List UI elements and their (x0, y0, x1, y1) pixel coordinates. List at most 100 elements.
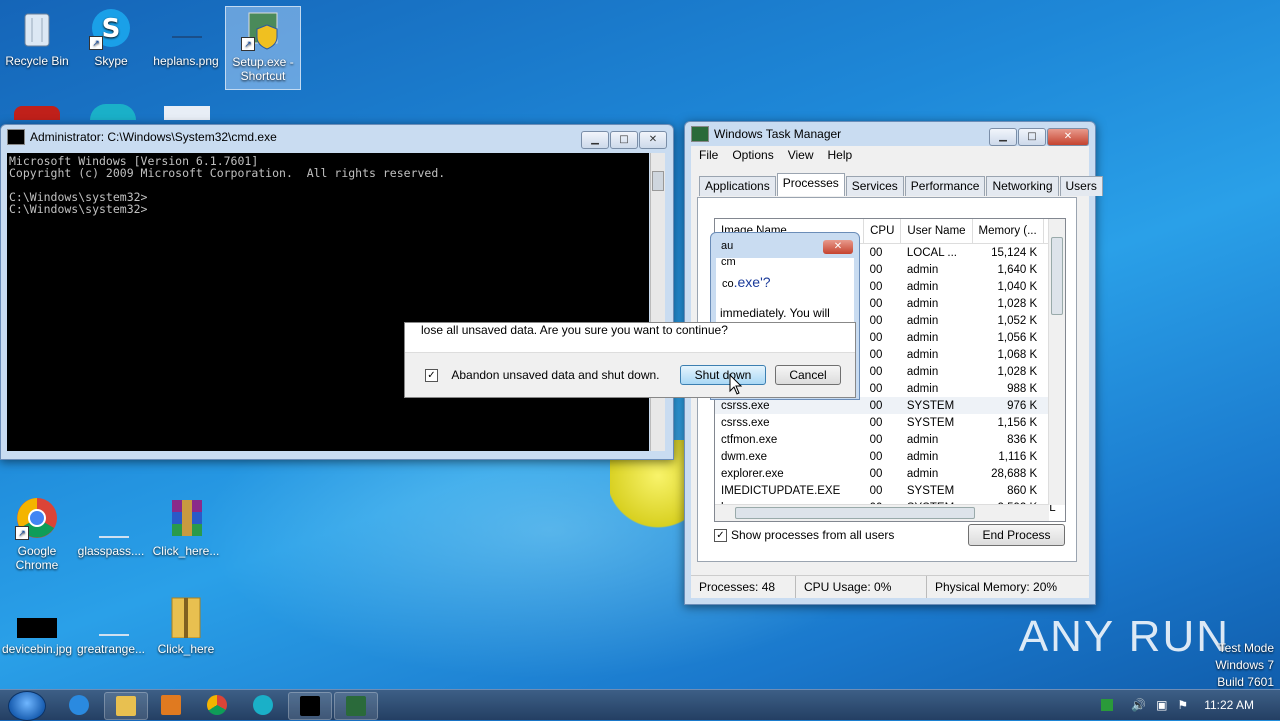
abandon-data-checkbox[interactable]: ✓ Abandon unsaved data and shut down. (425, 368, 660, 383)
cell-user-name: SYSTEM (906, 399, 955, 412)
menu-options[interactable]: Options (732, 148, 773, 162)
system-tray: 🔊 ▣ ⚑ 11:22 AM (1101, 690, 1280, 720)
cancel-button[interactable]: Cancel (775, 365, 841, 385)
network-status-icon[interactable] (1101, 699, 1114, 711)
cmd-titlebar[interactable]: Administrator: C:\Windows\System32\cmd.e… (1, 125, 673, 149)
shut-down-button[interactable]: Shut down (680, 365, 766, 385)
cell-memory: 28,688 K (991, 467, 1038, 480)
console-output[interactable]: Microsoft Windows [Version 6.1.7601] Cop… (7, 153, 649, 451)
taskbar-cmd[interactable] (288, 692, 332, 720)
scroll-thumb[interactable] (652, 171, 664, 191)
desktop-icon-glasspass[interactable]: glasspass.... (74, 496, 148, 558)
hidden-row-fragment: au cm (721, 240, 736, 268)
scroll-thumb[interactable] (735, 507, 975, 519)
scroll-thumb[interactable] (1051, 237, 1063, 315)
desktop-icon-skype[interactable]: S ↗ Skype (74, 6, 148, 68)
desktop-icon-label: glasspass.... (77, 544, 145, 558)
tab-strip: Applications Processes Services Performa… (699, 173, 1104, 196)
maximize-button[interactable]: □ (610, 131, 638, 149)
close-button[interactable]: ✕ (639, 131, 667, 149)
shutdown-dialog-body[interactable]: lose all unsaved data. Are you sure you … (404, 322, 856, 398)
desktop-icon-click-here-folder[interactable]: Click_here (149, 594, 223, 656)
column-memory[interactable]: Memory (... (972, 219, 1044, 244)
dialog-close-button[interactable]: ✕ (823, 240, 853, 254)
cell-user-name: SYSTEM (906, 484, 955, 497)
table-row[interactable]: explorer.exe00admin28,688 KV (715, 465, 1065, 482)
column-user-name[interactable]: User Name (900, 219, 973, 244)
tab-processes[interactable]: Processes (776, 173, 845, 196)
cell-memory: 1,028 K (997, 297, 1038, 310)
taskbar-task-manager[interactable] (334, 692, 378, 720)
menu-bar: File Options View Help (691, 146, 1089, 164)
task-manager-icon (346, 696, 366, 716)
taskbar: 🔊 ▣ ⚑ 11:22 AM (0, 689, 1280, 721)
desktop-icon-click-here-archive[interactable]: Click_here... (149, 496, 223, 558)
cell-user-name: SYSTEM (906, 416, 955, 429)
tab-services[interactable]: Services (845, 176, 904, 196)
taskbar-chrome[interactable] (196, 692, 238, 718)
cell-cpu: 00 (869, 263, 883, 276)
menu-view[interactable]: View (788, 148, 814, 162)
start-button[interactable] (8, 691, 46, 721)
cell-user-name: admin (906, 331, 939, 344)
minimize-button[interactable]: ▁ (581, 131, 609, 149)
mouse-cursor-icon (729, 374, 743, 395)
cell-memory: 1,056 K (997, 331, 1038, 344)
desktop-icon-google-chrome[interactable]: ↗ Google Chrome (0, 496, 74, 572)
close-button[interactable]: ✕ (1047, 128, 1089, 146)
desktop-icon-greatrange[interactable]: greatrange... (74, 594, 148, 656)
desktop-icon-devicebin[interactable]: devicebin.jpg (0, 594, 74, 656)
winrar-archive-icon (164, 496, 208, 540)
taskbar-edge[interactable] (242, 692, 284, 718)
media-player-icon (161, 695, 181, 715)
table-row[interactable]: IMEDICTUPDATE.EXE00SYSTEM860 KN (715, 482, 1065, 499)
volume-icon[interactable]: 🔊 (1131, 698, 1146, 712)
menu-file[interactable]: File (699, 148, 718, 162)
test-mode-label: Test Mode Windows 7 Build 7601 (1215, 640, 1274, 691)
taskbar-media-player[interactable] (150, 692, 192, 718)
minimize-button[interactable]: ▁ (989, 128, 1017, 146)
action-center-flag-icon[interactable]: ⚑ (1177, 698, 1188, 712)
tab-networking[interactable]: Networking (986, 176, 1059, 196)
vertical-scrollbar[interactable] (1048, 219, 1065, 505)
cmd-window[interactable]: Administrator: C:\Windows\System32\cmd.e… (0, 124, 674, 460)
vertical-scrollbar[interactable] (650, 153, 665, 451)
table-row[interactable]: ctfmon.exe00admin836 KC (715, 431, 1065, 448)
dialog-footer: ✓ Abandon unsaved data and shut down. Sh… (405, 352, 855, 397)
desktop-icon-setup-shortcut[interactable]: ↗ Setup.exe - Shortcut (225, 6, 301, 90)
show-all-users-checkbox[interactable]: ✓ Show processes from all users (714, 528, 895, 543)
cell-cpu: 00 (869, 365, 883, 378)
checkbox-label: Show processes from all users (731, 528, 895, 542)
maximize-button[interactable]: □ (1018, 128, 1046, 146)
cell-user-name: admin (906, 348, 939, 361)
menu-help[interactable]: Help (828, 148, 853, 162)
network-icon[interactable]: ▣ (1156, 698, 1167, 712)
dialog-warning-text: lose all unsaved data. Are you sure you … (421, 323, 728, 337)
taskbar-ie[interactable] (58, 692, 100, 718)
cell-memory: 976 K (1007, 399, 1038, 412)
horizontal-scrollbar[interactable] (715, 504, 1049, 521)
desktop-icon-recycle-bin[interactable]: Recycle Bin (0, 6, 74, 68)
cell-memory: 1,156 K (997, 416, 1038, 429)
cell-cpu: 00 (869, 416, 883, 429)
cell-user-name: admin (906, 433, 939, 446)
cell-user-name: admin (906, 280, 939, 293)
table-row[interactable]: dwm.exe00admin1,116 KD (715, 448, 1065, 465)
desktop-icon-heplans[interactable]: heplans.png (149, 6, 223, 68)
table-row[interactable]: csrss.exe00SYSTEM1,156 KC (715, 414, 1065, 431)
end-process-button[interactable]: End Process (968, 524, 1065, 546)
cell-image-name: IMEDICTUPDATE.EXE (721, 484, 841, 497)
cell-user-name: admin (906, 450, 939, 463)
blank-file-icon (89, 496, 133, 540)
task-manager-icon (691, 126, 709, 142)
clock[interactable]: 11:22 AM (1204, 698, 1254, 712)
desktop-icon-label: Skype (94, 54, 128, 68)
checkbox-label: Abandon unsaved data and shut down. (451, 368, 660, 382)
tab-performance[interactable]: Performance (904, 176, 986, 196)
tab-applications[interactable]: Applications (699, 176, 776, 196)
tab-users[interactable]: Users (1059, 176, 1103, 196)
test-mode-line: Test Mode (1218, 641, 1274, 655)
column-cpu[interactable]: CPU (863, 219, 902, 244)
taskbar-explorer[interactable] (104, 692, 148, 720)
window-controls: ▁ □ ✕ (988, 128, 1089, 146)
